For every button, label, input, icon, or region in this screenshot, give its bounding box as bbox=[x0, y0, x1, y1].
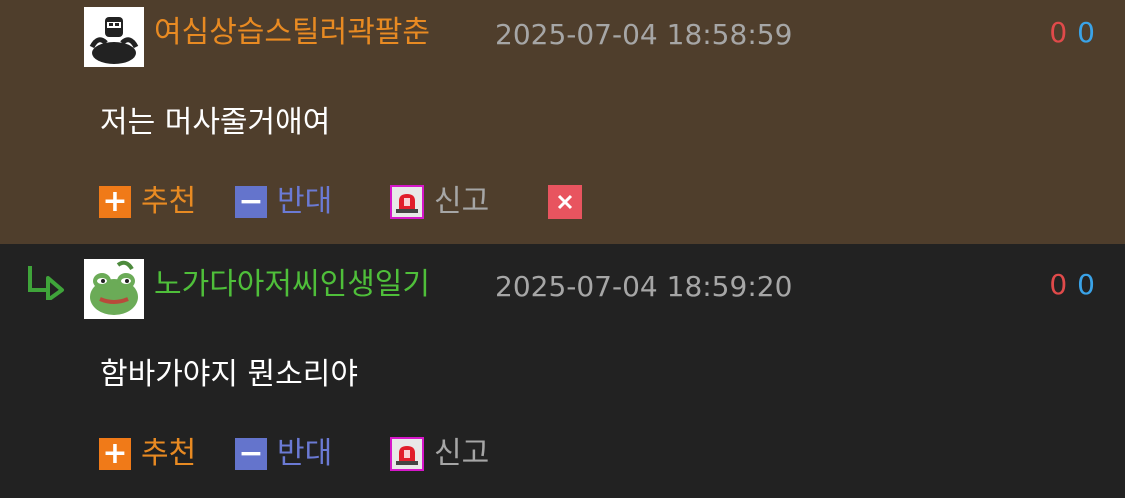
siren-icon bbox=[390, 185, 424, 219]
plus-icon: + bbox=[99, 186, 131, 218]
plus-icon: + bbox=[99, 438, 131, 470]
downvote-count: 0 bbox=[1077, 16, 1095, 49]
oppose-label: 반대 bbox=[277, 184, 333, 219]
report-label: 신고 bbox=[434, 184, 490, 219]
recommend-button[interactable]: + 추천 bbox=[99, 178, 196, 226]
muscle-man-icon bbox=[84, 7, 144, 67]
avatar[interactable] bbox=[84, 7, 144, 67]
timestamp: 2025-07-04 18:59:20 bbox=[495, 270, 793, 303]
vote-count: 00 bbox=[1049, 265, 1095, 305]
report-button[interactable]: 신고 bbox=[390, 430, 489, 478]
close-icon bbox=[548, 185, 582, 219]
upvote-count: 0 bbox=[1049, 16, 1068, 49]
oppose-label: 반대 bbox=[277, 436, 333, 471]
minus-icon: − bbox=[235, 186, 267, 218]
oppose-button[interactable]: − 반대 bbox=[235, 178, 332, 226]
reply-comment-item: 노가다아저씨인생일기 2025-07-04 18:59:20 00 함바가야지 … bbox=[0, 244, 1125, 498]
timestamp: 2025-07-04 18:58:59 bbox=[495, 18, 793, 51]
recommend-label: 추천 bbox=[141, 436, 197, 471]
recommend-label: 추천 bbox=[141, 184, 197, 219]
nickname[interactable]: 여심상습스틸러곽팔춘 bbox=[154, 13, 430, 53]
report-label: 신고 bbox=[434, 436, 490, 471]
comment-text: 함바가야지 뭔소리야 bbox=[100, 357, 358, 392]
siren-icon bbox=[390, 437, 424, 471]
recommend-button[interactable]: + 추천 bbox=[99, 430, 196, 478]
downvote-count: 0 bbox=[1077, 268, 1095, 301]
upvote-count: 0 bbox=[1049, 268, 1068, 301]
reply-arrow-icon bbox=[28, 266, 64, 300]
nickname[interactable]: 노가다아저씨인생일기 bbox=[154, 265, 430, 305]
comment-actions: + 추천 − 반대 신고 bbox=[0, 178, 1125, 226]
delete-button[interactable] bbox=[548, 178, 582, 226]
comment-item: 여심상습스틸러곽팔춘 2025-07-04 18:58:59 00 저는 머사줄… bbox=[0, 0, 1125, 244]
vote-count: 00 bbox=[1049, 13, 1095, 53]
frog-icon bbox=[84, 259, 144, 319]
oppose-button[interactable]: − 반대 bbox=[235, 430, 332, 478]
avatar[interactable] bbox=[84, 259, 144, 319]
minus-icon: − bbox=[235, 438, 267, 470]
report-button[interactable]: 신고 bbox=[390, 178, 489, 226]
comment-text: 저는 머사줄거애여 bbox=[100, 105, 331, 140]
comment-actions: + 추천 − 반대 신고 bbox=[0, 430, 1125, 478]
